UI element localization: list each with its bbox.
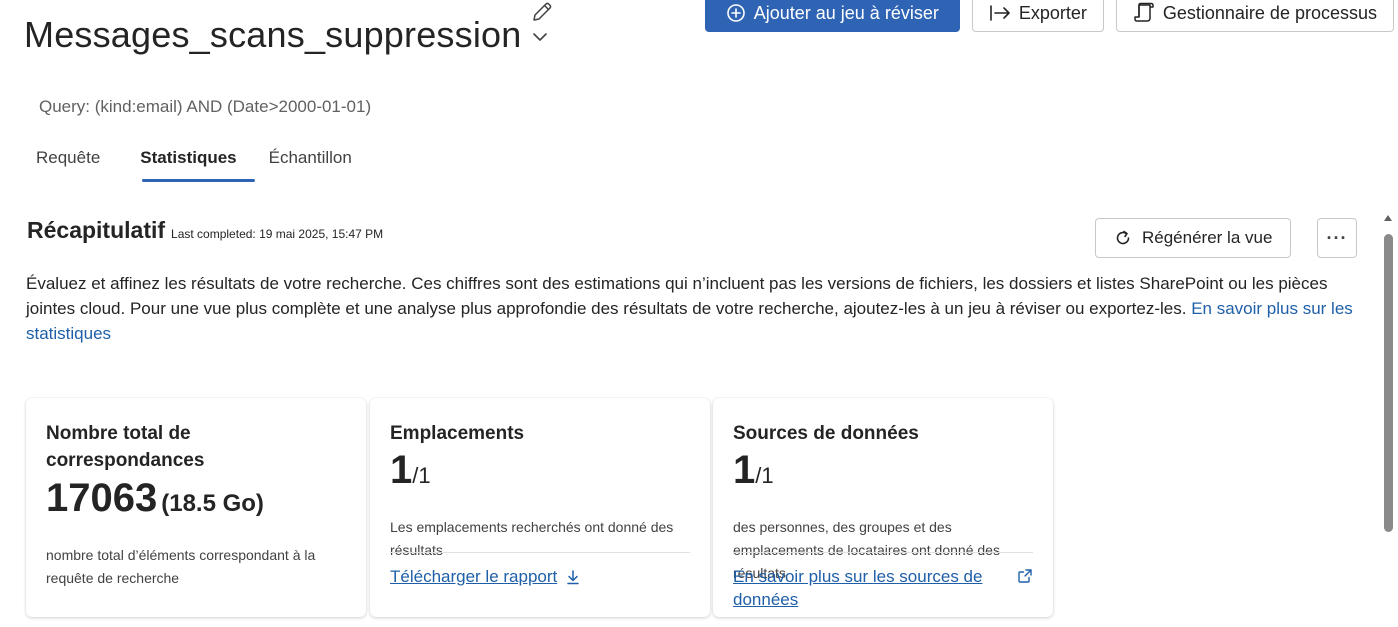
data-sources-value-row: 1 /1 [733, 448, 774, 493]
total-matches-description: nombre total d’éléments correspondant à … [46, 547, 316, 586]
vertical-scrollbar[interactable] [1382, 212, 1394, 627]
learn-more-sources-label: En savoir plus sur les sources de donnée… [733, 567, 983, 609]
total-matches-title: Nombre total de correspondances [46, 423, 205, 471]
export-button[interactable]: Exporter [971, 0, 1104, 32]
top-actions: Ajouter au jeu à réviser Exporter Gestio… [704, 0, 1394, 32]
document-gear-icon [1134, 2, 1154, 22]
chevron-down-icon[interactable] [531, 28, 549, 46]
title-row: Messages_scans_suppression [24, 14, 549, 56]
regenerate-view-label: Régénérer la vue [1142, 228, 1273, 247]
more-options-button[interactable]: ··· [1317, 218, 1357, 258]
export-arrow-icon [990, 5, 1010, 21]
summary-title: Récapitulatif [27, 217, 166, 243]
locations-value: 1 [390, 448, 413, 492]
locations-divider [390, 552, 690, 553]
add-to-review-set-label: Ajouter au jeu à réviser [753, 2, 939, 23]
total-matches-value: 17063 [46, 476, 158, 520]
download-icon [567, 569, 580, 584]
data-sources-card: Sources de données 1 /1 des personnes, d… [713, 398, 1053, 617]
total-matches-size: (18.5 Go) [161, 490, 264, 517]
process-manager-label: Gestionnaire de processus [1162, 2, 1377, 23]
tab-query[interactable]: Requête [24, 140, 112, 180]
regenerate-view-button[interactable]: Régénérer la vue [1095, 218, 1292, 258]
data-sources-value: 1 [733, 448, 756, 492]
total-matches-value-row: 17063 (18.5 Go) [46, 476, 264, 521]
data-sources-divider [733, 552, 1033, 553]
add-to-review-set-button[interactable]: Ajouter au jeu à réviser [704, 0, 960, 32]
summary-description: Évaluez et affinez les résultats de votr… [26, 271, 1366, 346]
pencil-icon[interactable] [530, 0, 554, 24]
locations-title: Emplacements [390, 423, 525, 444]
more-options-label: ··· [1326, 228, 1348, 248]
last-completed: Last completed: 19 mai 2025, 15:47 PM [171, 227, 384, 241]
refresh-icon [1116, 230, 1130, 245]
page-title: Messages_scans_suppression [24, 14, 522, 55]
external-link-icon [1018, 569, 1032, 583]
scrollbar-thumb[interactable] [1384, 234, 1393, 532]
locations-card: Emplacements 1 /1 Les emplacements reche… [370, 398, 710, 617]
tab-sample[interactable]: Échantillon [257, 140, 364, 180]
scroll-up-icon[interactable] [1382, 212, 1394, 224]
plus-circle-icon [726, 4, 745, 22]
summary-header: Récapitulatif Last completed: 19 mai 202… [27, 217, 383, 244]
total-matches-card: Nombre total de correspondances 17063 (1… [26, 398, 366, 617]
data-sources-total: /1 [755, 463, 774, 488]
summary-description-text: Évaluez et affinez les résultats de votr… [26, 274, 1328, 318]
locations-description: Les emplacements recherchés ont donné de… [390, 519, 674, 558]
process-manager-button[interactable]: Gestionnaire de processus [1115, 0, 1394, 32]
tab-statistics[interactable]: Statistiques [128, 140, 256, 182]
data-sources-title: Sources de données [733, 423, 919, 444]
learn-more-sources-link[interactable]: En savoir plus sur les sources de donnée… [733, 565, 1033, 611]
export-label: Exporter [1018, 2, 1087, 23]
query-text: Query: (kind:email) AND (Date>2000-01-01… [39, 97, 372, 116]
download-report-link[interactable]: Télécharger le rapport [390, 565, 581, 588]
locations-total: /1 [412, 463, 431, 488]
tab-bar: Requête Statistiques Échantillon [24, 140, 364, 182]
download-report-label: Télécharger le rapport [390, 567, 558, 586]
locations-value-row: 1 /1 [390, 448, 431, 493]
